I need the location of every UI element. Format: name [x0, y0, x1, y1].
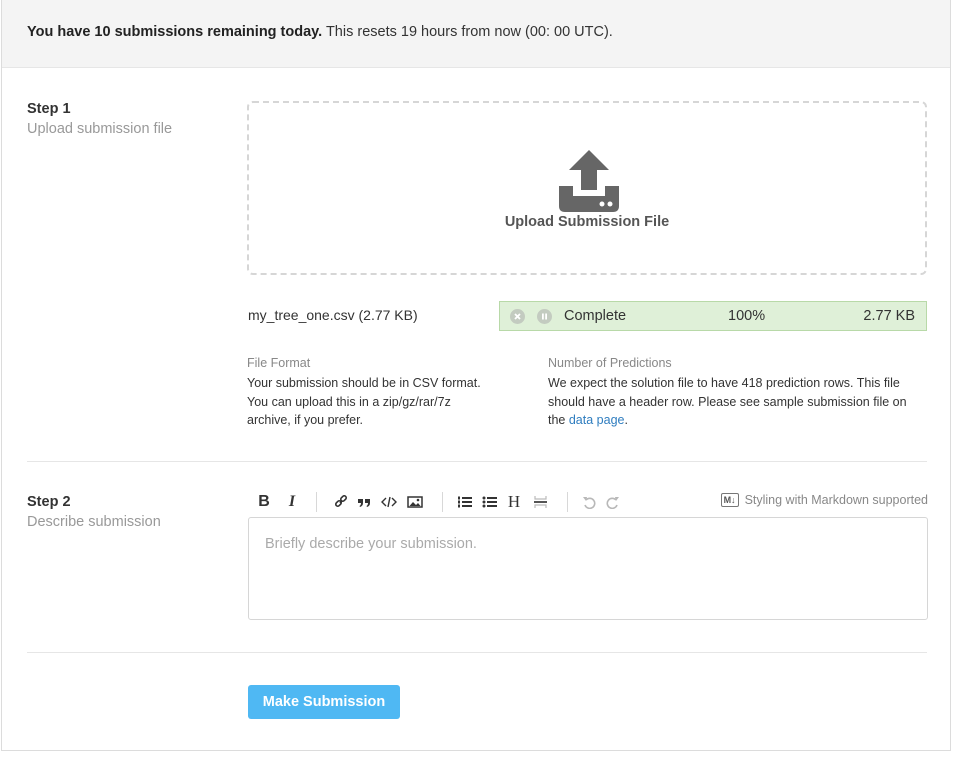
upload-progress-bar: Complete 100% 2.77 KB	[499, 301, 927, 331]
upload-dropzone[interactable]: Upload Submission File	[247, 101, 927, 275]
redo-button[interactable]	[605, 492, 621, 512]
upload-status: Complete	[564, 308, 627, 324]
cancel-upload-button[interactable]	[510, 309, 525, 324]
toolbar-separator	[316, 492, 317, 512]
step2-subtitle: Describe submission	[27, 514, 161, 530]
undo-button[interactable]	[581, 492, 597, 512]
upload-label: Upload Submission File	[504, 214, 670, 230]
divider	[27, 652, 927, 653]
ordered-list-button[interactable]	[456, 492, 472, 512]
close-icon	[514, 313, 521, 320]
banner-text: You have 10 submissions remaining today.…	[27, 24, 613, 40]
uploaded-file-name: my_tree_one.csv (2.77 KB)	[248, 307, 418, 323]
step2-title: Step 2	[27, 494, 71, 510]
image-icon	[407, 496, 423, 508]
ordered-list-icon	[457, 496, 472, 508]
code-icon	[381, 496, 397, 508]
description-input[interactable]	[248, 517, 928, 620]
upload-percent: 100%	[728, 308, 766, 324]
horizontal-rule-icon	[533, 496, 547, 508]
markdown-note: M↓ Styling with Markdown supported	[720, 493, 928, 507]
toolbar-separator	[567, 492, 568, 512]
link-button[interactable]	[333, 492, 349, 512]
toolbar-separator	[442, 492, 443, 512]
image-button[interactable]	[406, 492, 424, 512]
divider	[27, 461, 927, 462]
bullet-list-button[interactable]	[481, 492, 497, 512]
predictions-text-end: .	[624, 413, 628, 427]
markdown-note-text: Styling with Markdown supported	[744, 493, 928, 507]
markdown-icon: M↓	[720, 493, 739, 507]
horizontal-rule-button[interactable]	[532, 492, 548, 512]
banner-rest-text: This resets 19 hours from now (00: 00 UT…	[322, 24, 613, 40]
code-button[interactable]	[380, 492, 398, 512]
link-icon	[334, 495, 348, 508]
upload-icon	[559, 150, 619, 212]
editor-toolbar: B I H M↓ Styling with Markdown supported	[248, 492, 928, 512]
make-submission-button[interactable]: Make Submission	[248, 685, 400, 719]
file-format-heading: File Format	[247, 356, 311, 370]
heading-button[interactable]: H	[506, 492, 522, 512]
predictions-heading: Number of Predictions	[548, 356, 672, 370]
redo-icon	[606, 497, 619, 509]
upload-size: 2.77 KB	[863, 308, 915, 324]
quote-icon	[358, 499, 370, 507]
file-format-text: Your submission should be in CSV format.…	[247, 376, 481, 427]
data-page-link[interactable]: data page	[569, 413, 625, 427]
step1-subtitle: Upload submission file	[27, 121, 173, 137]
submissions-banner: You have 10 submissions remaining today.…	[2, 0, 950, 68]
pause-upload-button[interactable]	[537, 309, 552, 324]
submission-card: You have 10 submissions remaining today.…	[1, 0, 951, 751]
step1-title: Step 1	[27, 101, 71, 117]
italic-button[interactable]: I	[284, 492, 300, 512]
undo-icon	[583, 497, 596, 509]
quote-button[interactable]	[356, 492, 372, 512]
predictions-text: We expect the solution file to have 418 …	[548, 374, 918, 430]
pause-icon	[542, 313, 547, 320]
banner-bold-text: You have 10 submissions remaining today.	[27, 24, 323, 40]
bold-button[interactable]: B	[256, 492, 272, 512]
bullet-list-icon	[482, 496, 497, 508]
